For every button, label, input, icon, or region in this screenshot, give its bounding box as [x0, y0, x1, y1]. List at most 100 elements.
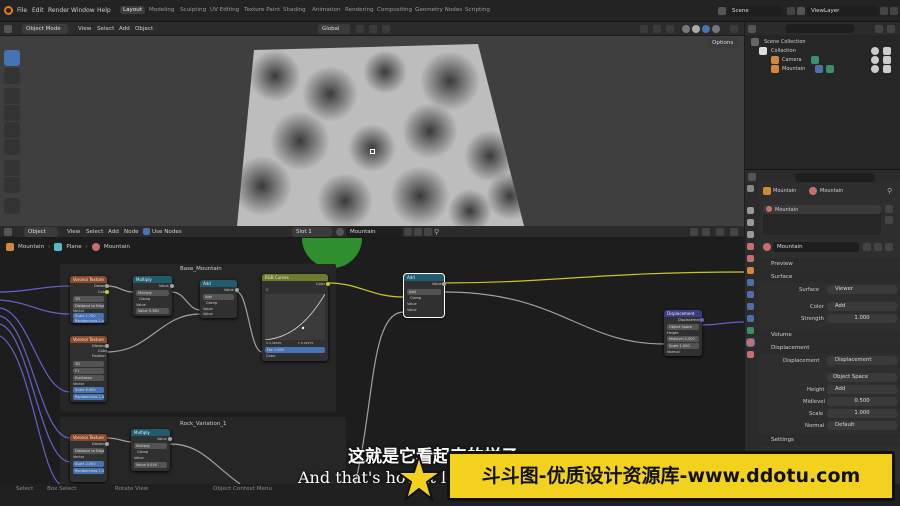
midlevel-field[interactable]: Midlevel 0.500	[667, 336, 699, 342]
menu-file[interactable]: File	[17, 7, 27, 14]
ne-menu-view[interactable]: View	[67, 229, 80, 235]
context-object[interactable]: Mountain	[773, 188, 796, 194]
vp-menu-object[interactable]: Object	[135, 26, 153, 32]
measure-tool-icon[interactable]	[4, 177, 20, 193]
material-slot-list[interactable]: Mountain	[763, 205, 881, 235]
constraints-tab-icon[interactable]	[747, 315, 754, 322]
breadcrumb-mesh[interactable]: Plane	[66, 244, 81, 250]
scale-field[interactable]: Scale 6.000	[73, 387, 104, 393]
material-shading-icon[interactable]	[702, 25, 710, 33]
render-tab-icon[interactable]	[747, 207, 754, 214]
remove-slot-icon[interactable]	[885, 216, 893, 224]
outliner-item-collection[interactable]: Collection	[771, 48, 796, 54]
dimension-dropdown[interactable]: 3D	[73, 361, 104, 367]
breadcrumb-object[interactable]: Mountain	[18, 244, 44, 250]
overlay-node-icon[interactable]	[716, 228, 724, 236]
snap-node-icon[interactable]	[690, 228, 698, 236]
snap-icon[interactable]	[369, 25, 377, 33]
value-field[interactable]: Value 0.016	[134, 462, 167, 468]
close-icon[interactable]	[890, 7, 898, 15]
node-rgb-curves[interactable]: RGB Curves Color C X 0.38520 Y 0.29575 F…	[262, 274, 330, 361]
fake-user-icon[interactable]	[863, 243, 871, 251]
rotate-tool-icon[interactable]	[4, 105, 20, 121]
duplicate-material-icon[interactable]	[414, 228, 422, 236]
clamp-checkbox[interactable]: Clamp	[206, 301, 217, 305]
object-tab-icon[interactable]	[747, 267, 754, 274]
tab-geometry-nodes[interactable]: Geometry Nodes	[412, 6, 465, 14]
material-datablock-field[interactable]: Mountain	[773, 242, 859, 252]
move-tool-icon[interactable]	[4, 88, 20, 104]
output-socket[interactable]	[105, 442, 109, 446]
scale-tool-icon[interactable]	[4, 122, 20, 138]
strength-field[interactable]: 1.000	[827, 314, 897, 323]
node-add-1[interactable]: Add Value Add Clamp Value Value	[200, 280, 239, 318]
menu-render[interactable]: Render	[48, 7, 69, 14]
context-material[interactable]: Mountain	[820, 188, 843, 194]
space-dropdown[interactable]: Object Space	[667, 324, 699, 330]
proportional-icon[interactable]	[382, 25, 390, 33]
properties-search-input[interactable]	[795, 173, 875, 182]
displacement-field[interactable]: Displacement	[827, 356, 897, 365]
transform-orientation-dropdown[interactable]: Global	[318, 24, 350, 34]
pin-icon[interactable]: ⚲	[434, 228, 442, 236]
vp-menu-select[interactable]: Select	[97, 26, 114, 32]
section-surface[interactable]: Surface	[759, 271, 900, 283]
tab-texture-paint[interactable]: Texture Paint	[241, 6, 283, 14]
mode-dropdown[interactable]: Object Mode	[22, 24, 68, 34]
node-multiply-1[interactable]: Multiply Value Multiply Clamp Value Valu…	[133, 276, 174, 316]
output-socket[interactable]	[105, 344, 109, 348]
operation-dropdown[interactable]: Add	[203, 294, 234, 300]
tool-tab-icon[interactable]	[747, 185, 754, 192]
wireframe-shading-icon[interactable]	[682, 25, 690, 33]
outliner-item-camera[interactable]: Camera	[782, 57, 802, 63]
space-dropdown[interactable]: Object Space	[827, 373, 897, 382]
menu-window[interactable]: Window	[71, 7, 95, 14]
section-settings[interactable]: Settings	[759, 434, 900, 446]
surface-shader-field[interactable]: Viewer	[827, 285, 897, 294]
output-socket[interactable]	[170, 284, 174, 288]
unlink-material-icon[interactable]	[424, 228, 432, 236]
outliner-item-mountain[interactable]: Mountain	[782, 66, 805, 72]
visibility-toggle-icon[interactable]	[871, 65, 879, 73]
particles-tab-icon[interactable]	[747, 291, 754, 298]
clamp-checkbox[interactable]: Clamp	[410, 296, 421, 300]
breadcrumb-material[interactable]: Mountain	[104, 244, 130, 250]
add-slot-icon[interactable]	[885, 205, 893, 213]
scene-field[interactable]: Scene	[728, 6, 782, 16]
outliner-search-input[interactable]	[785, 24, 855, 33]
output-socket[interactable]	[105, 284, 109, 288]
node-editor-type-icon[interactable]	[4, 228, 12, 236]
tab-layout[interactable]: Layout	[120, 6, 146, 14]
solid-shading-icon[interactable]	[692, 25, 700, 33]
tab-animation[interactable]: Animation	[309, 6, 344, 14]
feature-dropdown[interactable]: Distance to Edge	[73, 448, 104, 454]
outliner-type-icon[interactable]	[748, 25, 756, 33]
texture-tab-icon[interactable]	[747, 351, 754, 358]
tab-modeling[interactable]: Modeling	[146, 6, 177, 14]
output-socket[interactable]	[105, 290, 109, 294]
randomness-field[interactable]: Randomness 1.000	[73, 319, 104, 323]
scene-icon[interactable]	[718, 7, 726, 15]
shader-type-dropdown[interactable]: Object	[24, 227, 58, 237]
output-socket[interactable]	[326, 282, 330, 286]
material-name-field[interactable]: Mountain	[346, 227, 402, 237]
pause-icon[interactable]	[730, 25, 738, 33]
node-editor-canvas[interactable]: Mountain › Plane › Mountain Base_Mountai…	[0, 238, 744, 487]
section-preview[interactable]: Preview	[759, 258, 900, 270]
rendered-shading-icon[interactable]	[712, 25, 720, 33]
annotate-tool-icon[interactable]	[4, 160, 20, 176]
render-toggle-icon[interactable]	[883, 65, 891, 73]
operation-dropdown[interactable]: Multiply	[136, 290, 169, 296]
scale-field[interactable]: Scale 2.000	[73, 461, 104, 467]
tab-rendering[interactable]: Rendering	[342, 6, 377, 14]
outliner-scene-collection[interactable]: Scene Collection	[764, 39, 806, 45]
node-add-2[interactable]: Add Value Add Clamp Value Value	[403, 273, 446, 318]
vp-menu-view[interactable]: View	[78, 26, 91, 32]
operation-dropdown[interactable]: Multiply	[134, 443, 167, 449]
render-toggle-icon[interactable]	[883, 47, 891, 55]
midlevel-field[interactable]: 0.500	[827, 397, 897, 406]
visibility-icon[interactable]	[640, 25, 648, 33]
3d-viewport[interactable]: Options	[0, 36, 744, 226]
output-tab-icon[interactable]	[747, 219, 754, 226]
material-browse-icon[interactable]	[763, 243, 771, 251]
